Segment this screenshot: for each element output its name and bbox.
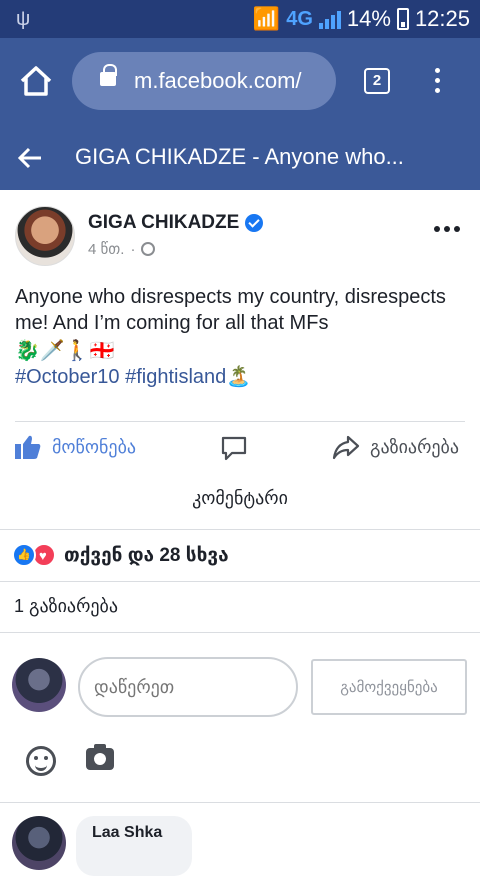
browser-toolbar: m.facebook.com/ 2 [0, 38, 480, 124]
signal-icon [318, 9, 341, 29]
like-label: მოწონება [52, 436, 137, 457]
comment-button[interactable] [220, 434, 248, 462]
commenter-name[interactable]: Laa Shka [92, 824, 176, 842]
share-button[interactable]: გაზიარება [332, 434, 459, 460]
divider [0, 529, 480, 530]
back-arrow-icon[interactable] [16, 144, 44, 172]
camera-icon[interactable] [86, 744, 114, 770]
post-actions: მოწონება გაზიარება [0, 430, 480, 470]
battery-icon [396, 8, 409, 30]
emoji-icon[interactable] [26, 746, 56, 776]
reactions-text: თქვენ და 28 სხვა [64, 544, 229, 566]
author-line: GIGA CHIKADZE [88, 212, 264, 234]
page-title-bar: GIGA CHIKADZE - Anyone who... [0, 124, 480, 190]
author-avatar[interactable] [15, 206, 75, 266]
divider [15, 421, 465, 422]
page-title: GIGA CHIKADZE - Anyone who... [75, 144, 404, 169]
comment-bubble: Laa Shka [76, 816, 192, 876]
usb-icon: ψ [16, 8, 31, 30]
post-hashtags[interactable]: #October10 #fightisland🏝️ [15, 364, 251, 389]
clock: 12:25 [414, 6, 470, 31]
network-type: 4G [286, 7, 313, 30]
battery-percent: 14% [346, 6, 391, 31]
share-label: გაზიარება [370, 436, 459, 457]
divider [0, 581, 480, 582]
url-text: m.facebook.com/ [134, 68, 302, 93]
browser-menu-icon[interactable] [432, 68, 442, 96]
globe-icon [141, 242, 156, 256]
post-time[interactable]: 4 წთ. [88, 240, 124, 258]
wifi-icon: 📶 [252, 6, 281, 31]
verified-badge-icon [245, 214, 264, 232]
comment-link[interactable]: კომენტარი [0, 488, 480, 509]
post-emojis: 🐉🗡️🚶🇬🇪 [15, 340, 115, 362]
divider [0, 802, 480, 803]
status-bar: ψ 📶 4G 14% 12:25 [0, 0, 480, 38]
more-options-icon[interactable] [434, 226, 460, 232]
lock-icon [100, 64, 117, 86]
shares-count[interactable]: 1 გაზიარება [14, 596, 118, 617]
post-comment-button[interactable]: გამოქვეყნება [311, 659, 467, 715]
like-button[interactable]: მოწონება [14, 434, 136, 460]
current-user-avatar [12, 658, 66, 712]
comment-input[interactable] [78, 657, 298, 717]
post-meta: 4 წთ. · [88, 240, 156, 258]
home-icon[interactable] [18, 63, 54, 99]
thumbs-up-icon [15, 435, 41, 459]
reactions-summary[interactable]: თქვენ და 28 სხვა [12, 543, 229, 567]
divider [0, 632, 480, 633]
post-text: Anyone who disrespects my country, disre… [15, 286, 446, 334]
status-right: 📶 4G 14% 12:25 [253, 6, 470, 32]
share-icon [332, 435, 360, 460]
url-bar[interactable]: m.facebook.com/ [72, 52, 336, 110]
author-name[interactable]: GIGA CHIKADZE [88, 212, 239, 234]
tab-switcher-button[interactable]: 2 [364, 68, 390, 94]
comment-icon [221, 436, 247, 461]
commenter-avatar[interactable] [12, 816, 66, 870]
like-reaction-icon [12, 543, 36, 567]
